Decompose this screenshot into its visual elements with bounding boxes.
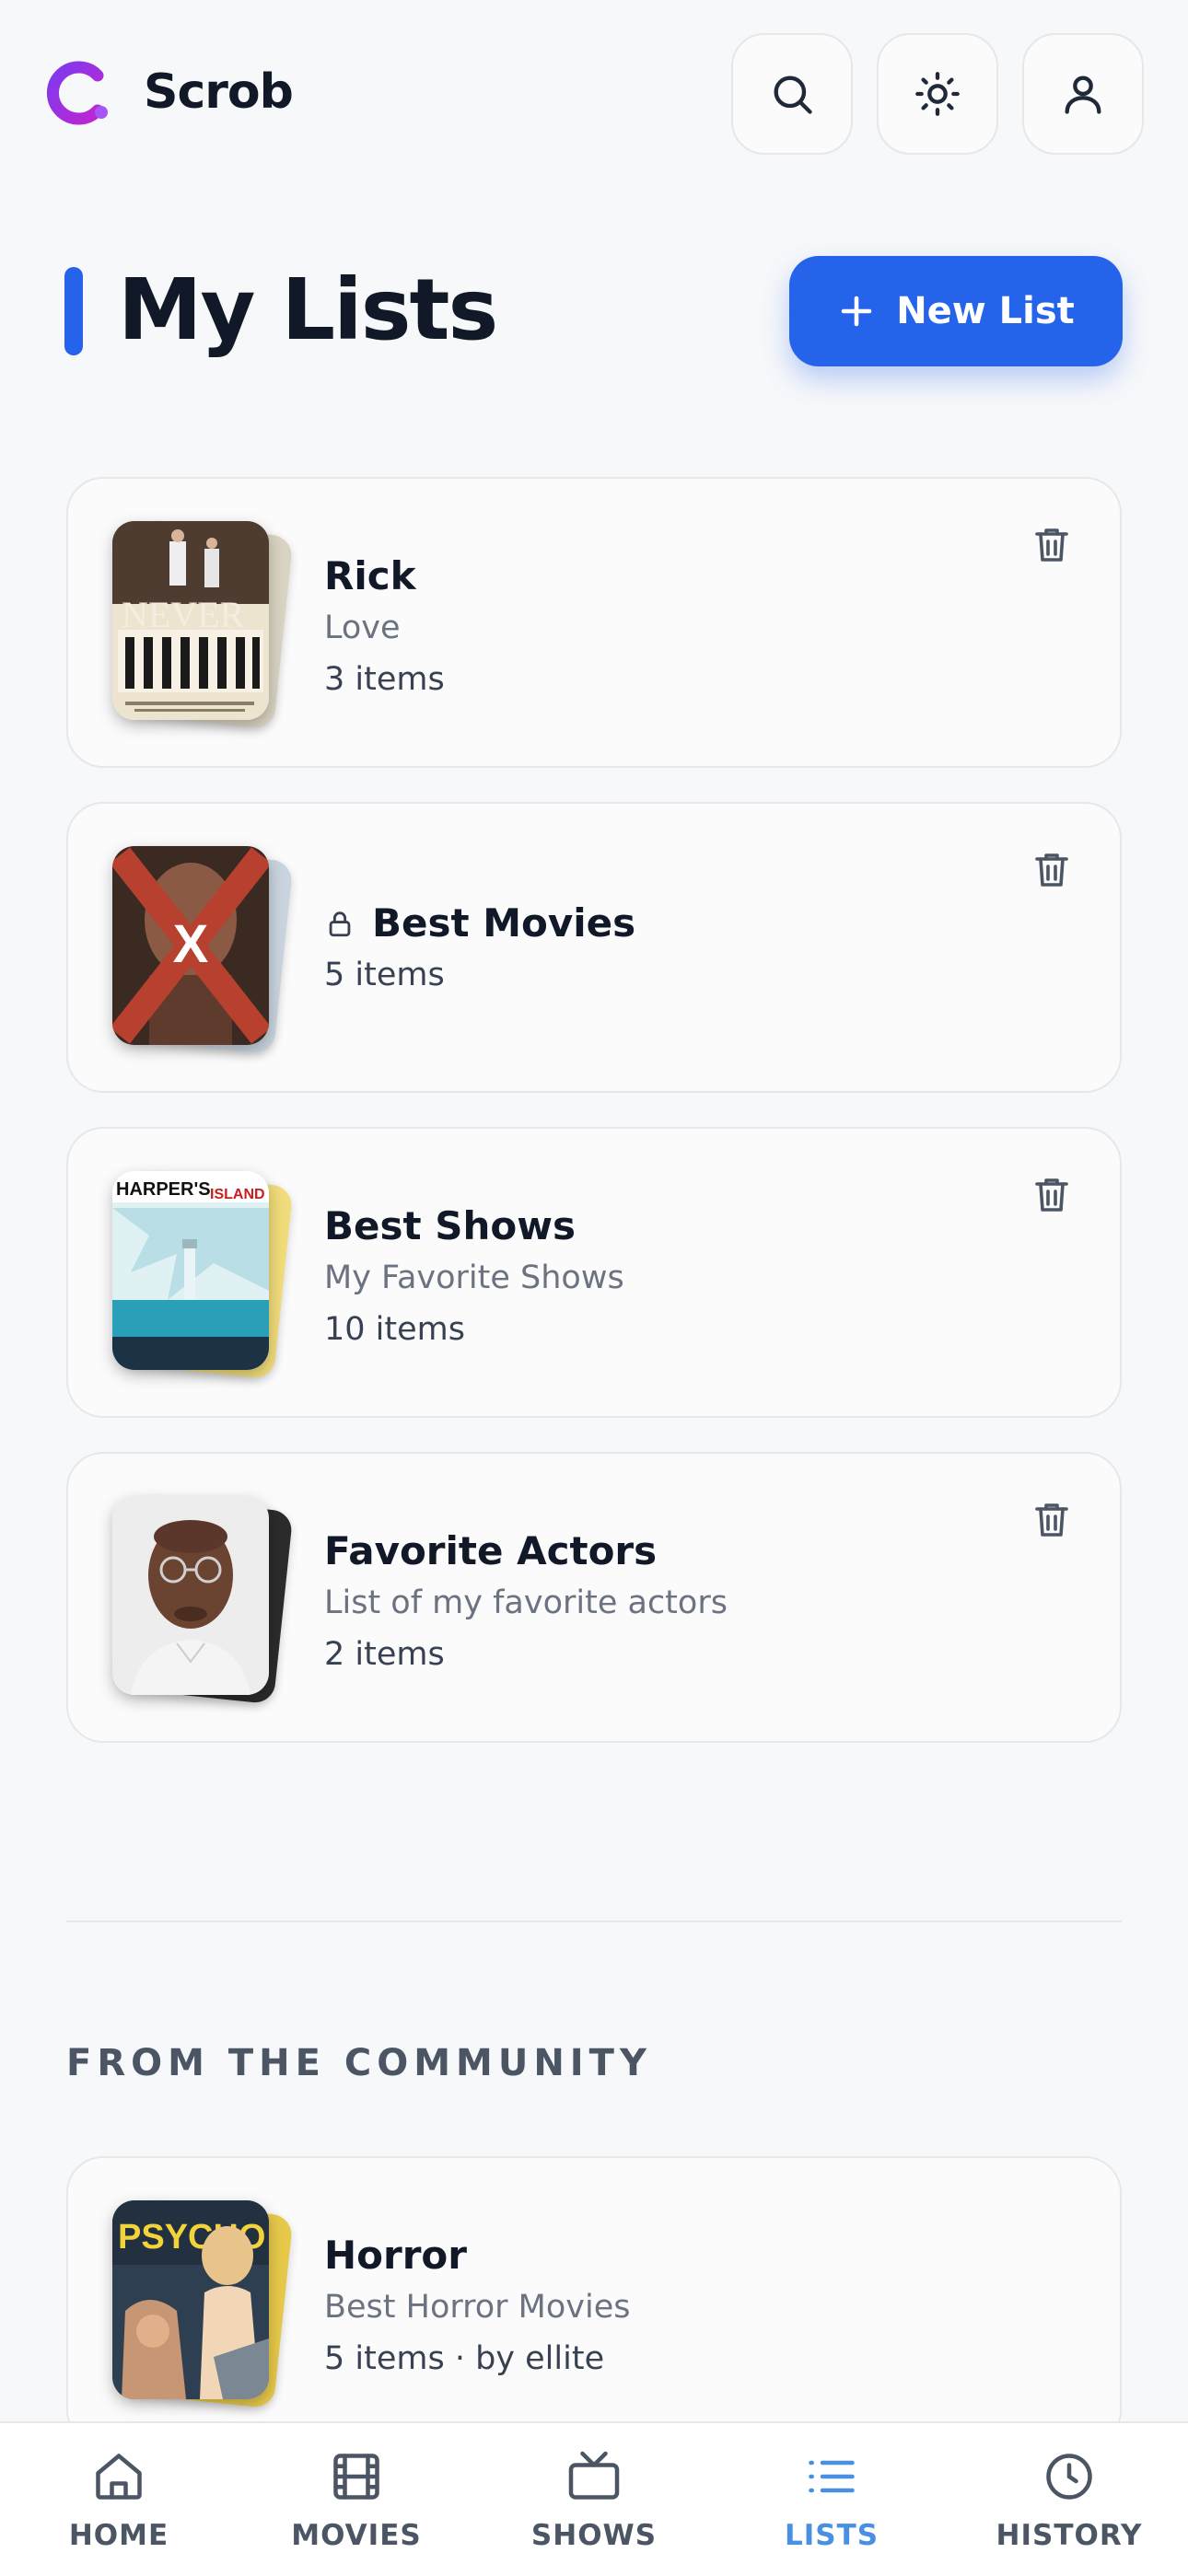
nav-label: HISTORY: [996, 2519, 1143, 2552]
actor-photo: [112, 1496, 269, 1695]
list-item-count: 5 items: [324, 957, 445, 993]
list-card-rick[interactable]: NEVER Rick Love 3 items: [66, 477, 1122, 768]
page-title: My Lists: [118, 261, 498, 359]
bottom-navigation: HOME MOVIES SHOWS LISTS HISTORY: [0, 2421, 1188, 2576]
community-section-title: FROM THE COMMUNITY: [66, 2042, 652, 2084]
nav-label: HOME: [68, 2519, 169, 2552]
list-name: Best Shows: [324, 1203, 576, 1248]
lock-icon: [329, 911, 351, 937]
trash-icon[interactable]: [1030, 1498, 1074, 1542]
poster-title-text: NEVER: [122, 594, 245, 635]
nav-home[interactable]: HOME: [0, 2423, 238, 2576]
home-icon: [96, 2454, 142, 2500]
new-list-label: New List: [896, 290, 1075, 332]
poster-image: X: [112, 846, 269, 1045]
list-name: Best Movies: [372, 900, 636, 946]
list-icon: [809, 2460, 855, 2493]
poster-stack: NEVER: [112, 520, 297, 730]
poster-stack: PSYCHO: [112, 2199, 297, 2409]
nav-lists[interactable]: LISTS: [713, 2423, 950, 2576]
nav-history[interactable]: HISTORY: [950, 2423, 1188, 2576]
list-card-best-shows[interactable]: HARPER'S ISLAND Best Shows My Favorite S…: [66, 1127, 1122, 1418]
nav-shows[interactable]: SHOWS: [475, 2423, 713, 2576]
app-name: Scrob: [144, 64, 294, 120]
list-name: Horror: [324, 2233, 467, 2278]
nav-label: LISTS: [784, 2519, 879, 2552]
list-description: My Favorite Shows: [324, 1259, 624, 1296]
trash-icon[interactable]: [1030, 523, 1074, 567]
poster-stack: HARPER'S ISLAND: [112, 1170, 297, 1380]
list-card-favorite-actors[interactable]: Favorite Actors List of my favorite acto…: [66, 1452, 1122, 1743]
tv-icon: [568, 2451, 620, 2500]
app-logo-icon[interactable]: [46, 59, 114, 127]
film-icon: [333, 2454, 379, 2500]
user-icon: [1065, 75, 1101, 114]
list-card-best-movies[interactable]: X Best Movies 5 items: [66, 802, 1122, 1093]
list-name: Favorite Actors: [324, 1528, 658, 1573]
search-icon: [774, 75, 812, 114]
poster-subtitle-text: ISLAND: [210, 1187, 265, 1202]
list-item-count: 5 items · by ellite: [324, 2340, 605, 2377]
nav-movies[interactable]: MOVIES: [238, 2423, 475, 2576]
list-name: Rick: [324, 553, 416, 598]
poster-image: HARPER'S ISLAND: [112, 1171, 269, 1370]
poster-stack: X: [112, 845, 297, 1055]
poster-title-text: HARPER'S: [116, 1179, 211, 1200]
poster-image: PSYCHO: [112, 2200, 269, 2399]
trash-icon[interactable]: [1030, 848, 1074, 892]
community-list-card-horror[interactable]: PSYCHO Horror Best Horror Movies 5 items…: [66, 2156, 1122, 2447]
list-description: Love: [324, 609, 401, 646]
list-item-count: 10 items: [324, 1311, 465, 1348]
nav-label: SHOWS: [530, 2519, 658, 2552]
title-accent-bar: [64, 267, 83, 355]
new-list-button[interactable]: New List: [789, 256, 1123, 366]
poster-stack: [112, 1495, 297, 1705]
nav-label: MOVIES: [291, 2519, 422, 2552]
section-divider: [66, 1920, 1122, 1922]
list-description: Best Horror Movies: [324, 2289, 631, 2326]
trash-icon[interactable]: [1030, 1173, 1074, 1217]
app-header: Scrob: [0, 0, 1188, 193]
sun-icon: [915, 72, 960, 116]
list-item-count: 2 items: [324, 1636, 445, 1673]
clock-icon: [1046, 2454, 1092, 2500]
profile-button[interactable]: [1022, 33, 1144, 155]
poster-image: NEVER: [112, 521, 269, 720]
poster-title-text: X: [173, 914, 209, 974]
list-description: List of my favorite actors: [324, 1584, 728, 1621]
search-button[interactable]: [731, 33, 853, 155]
list-item-count: 3 items: [324, 661, 445, 698]
theme-toggle-button[interactable]: [877, 33, 998, 155]
plus-icon: [841, 296, 872, 327]
